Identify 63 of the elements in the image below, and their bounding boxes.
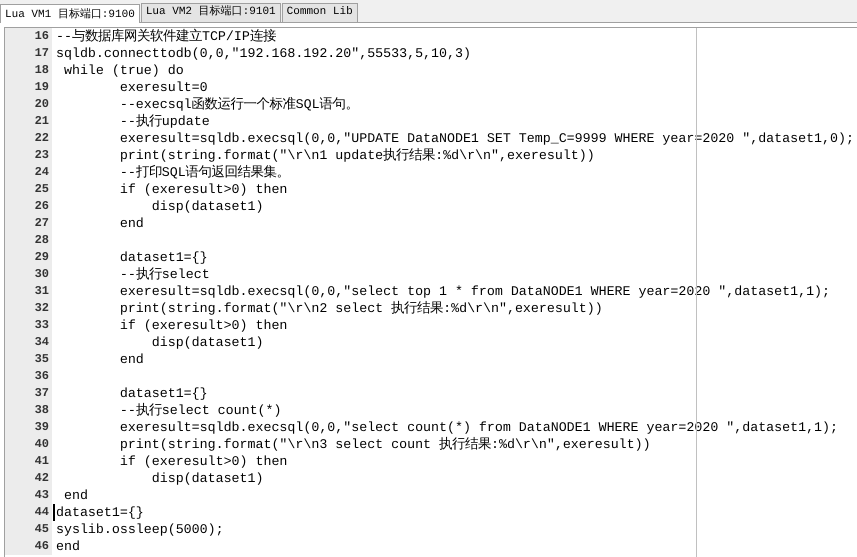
line-number: 37 [5,385,53,402]
code-line: --执行update [118,113,210,130]
code-line: end [118,351,144,368]
line-number: 45 [5,521,53,538]
line-number: 16 [5,28,53,45]
line-number: 41 [5,453,53,470]
line-number: 44 [5,504,53,521]
code-line: if (exeresult>0) then [118,317,288,334]
line-number: 24 [5,164,53,181]
line-number: 32 [5,300,53,317]
code-line: syslib.ossleep(5000); [55,521,224,538]
tab[interactable]: Lua VM1 目标端口:9100 [0,4,140,23]
code-line: end [118,215,144,232]
line-number: 23 [5,147,53,164]
line-number: 34 [5,334,53,351]
code-line: disp(dataset1) [150,198,264,215]
code-line: exeresult=sqldb.execsql(0,0,"select count(*) from DataNODE1 WHERE year=2020 ",dataset1,1); [118,419,838,436]
line-number: 20 [5,96,53,113]
code-line: disp(dataset1) [150,470,264,487]
code-line: --执行select [118,266,210,283]
line-number: 33 [5,317,53,334]
tab[interactable]: Lua VM2 目标端口:9101 [140,3,281,22]
line-number: 28 [5,232,53,249]
code-line: exeresult=0 [118,79,208,96]
code-line: dataset1={} [118,385,208,402]
code-line: exeresult=sqldb.execsql(0,0,"UPDATE DataNODE1 SET Temp_C=9999 WHERE year=2020 ",dataset1,0); [118,130,854,147]
code-line: --执行select count(*) [118,402,282,419]
code-line: --打印SQL语句返回结果集。 [118,164,290,181]
code-line: print(string.format("\r\n2 select 执行结果:%d\r\n",exeresult)) [118,300,603,317]
code-line: if (exeresult>0) then [118,453,288,470]
line-number: 26 [5,198,53,215]
code-line: dataset1={} [118,249,208,266]
code-line: --与数据库网关软件建立TCP/IP连接 [55,28,276,45]
line-number: 27 [5,215,53,232]
line-number: 25 [5,181,53,198]
line-number: 40 [5,436,53,453]
tab[interactable]: Common Lib [282,3,358,22]
code-line: if (exeresult>0) then [118,181,288,198]
line-number: 35 [5,351,53,368]
line-number: 21 [5,113,53,130]
code-line: sqldb.connecttodb(0,0,"192.168.192.20",55533,5,10,3) [55,45,471,62]
code-line: --execsql函数运行一个标准SQL语句。 [118,96,359,113]
code-line: end [62,487,88,504]
line-number: 42 [5,470,53,487]
code-line: exeresult=sqldb.execsql(0,0,"select top 1 * from DataNODE1 WHERE year=2020 ",dataset1,1); [118,283,830,300]
line-number: 19 [5,79,53,96]
line-number: 43 [5,487,53,504]
code-line: print(string.format("\r\n1 update执行结果:%d\r\n",exeresult)) [118,147,595,164]
line-number: 18 [5,62,53,79]
code-line: disp(dataset1) [150,334,264,351]
code-line: end [55,538,80,555]
line-number: 38 [5,402,53,419]
code-line: print(string.format("\r\n3 select count 执行结果:%d\r\n",exeresult)) [118,436,651,453]
line-number: 30 [5,266,53,283]
line-number: 29 [5,249,53,266]
code-editor[interactable] [4,27,857,557]
line-number: 39 [5,419,53,436]
line-number: 31 [5,283,53,300]
line-number: 17 [5,45,53,62]
code-line: while (true) do [62,62,184,79]
line-number: 36 [5,368,53,385]
line-number: 22 [5,130,53,147]
line-number: 46 [5,538,53,555]
